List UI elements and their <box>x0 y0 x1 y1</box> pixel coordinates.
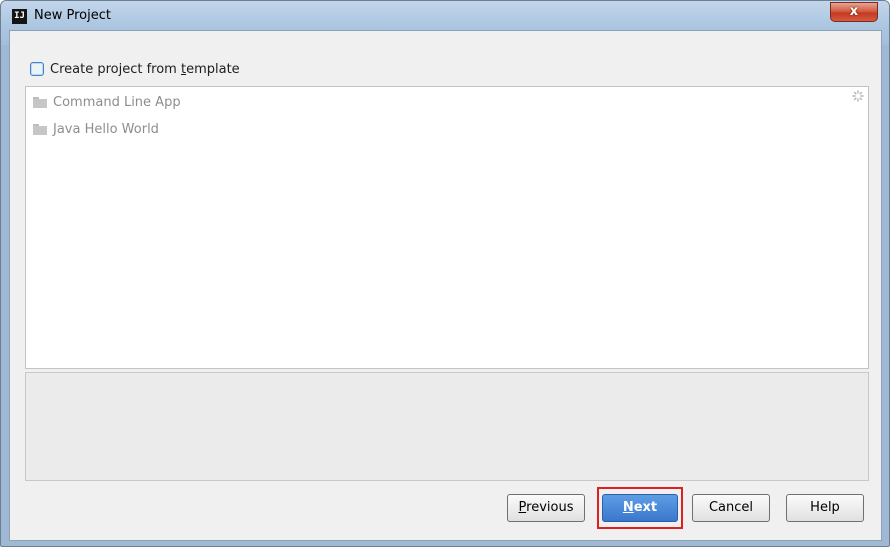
previous-label-rest: revious <box>526 500 574 515</box>
new-project-dialog: IJ New Project x Create project from tem… <box>0 0 890 547</box>
intellij-app-icon: IJ <box>12 9 27 24</box>
template-list[interactable]: Command Line App Java Hello World <box>25 86 869 369</box>
folder-icon <box>33 124 47 135</box>
folder-icon <box>33 97 47 108</box>
template-item-label: Command Line App <box>53 95 181 110</box>
template-label-suffix: emplate <box>186 62 240 77</box>
help-button[interactable]: Help <box>786 494 864 522</box>
close-icon: x <box>849 4 859 19</box>
cancel-button[interactable]: Cancel <box>692 494 770 522</box>
loading-spinner-icon <box>852 90 864 102</box>
window-title: New Project <box>34 8 111 23</box>
previous-mnemonic: P <box>518 500 527 515</box>
template-description-panel <box>25 372 869 481</box>
template-label-prefix: Create project from <box>50 62 181 77</box>
create-from-template-checkbox[interactable] <box>30 62 44 76</box>
dialog-content: Create project from template Command Lin… <box>9 30 882 541</box>
create-from-template-label[interactable]: Create project from template <box>50 61 240 78</box>
next-button-highlight <box>597 487 683 529</box>
close-button[interactable]: x <box>830 2 878 22</box>
previous-button[interactable]: Previous <box>507 494 585 522</box>
template-item-label: Java Hello World <box>53 122 159 137</box>
